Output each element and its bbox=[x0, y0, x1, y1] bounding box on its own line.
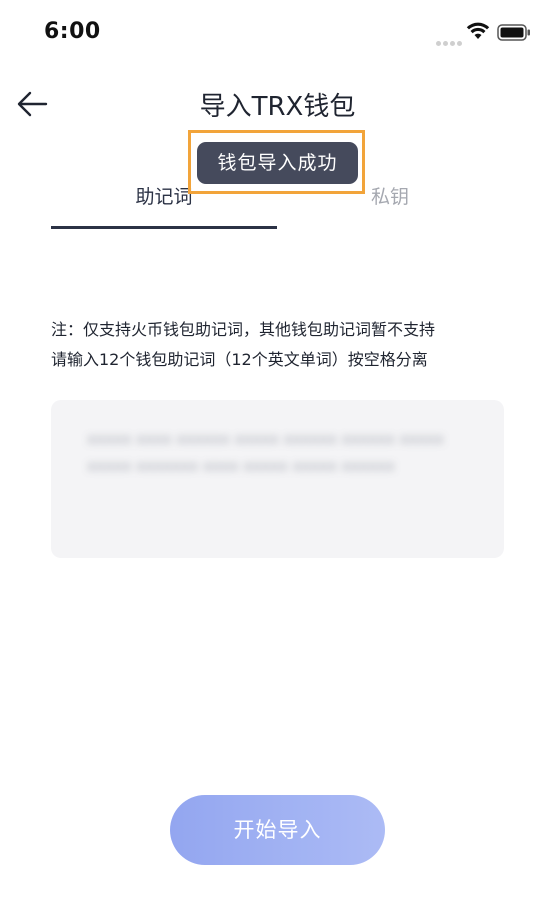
wifi-icon bbox=[466, 22, 490, 44]
status-bar: 6:00 bbox=[0, 0, 555, 66]
mnemonic-textarea[interactable]: xxxxx xxxx xxxxxx xxxxx xxxxxx xxxxxx xx… bbox=[51, 400, 504, 558]
battery-icon bbox=[497, 24, 531, 45]
note-supported-wallets: 注：仅支持火币钱包助记词，其他钱包助记词暂不支持 bbox=[51, 320, 436, 339]
page-title: 导入TRX钱包 bbox=[199, 92, 356, 122]
note-input-instruction: 请输入12个钱包助记词（12个英文单词）按空格分离 bbox=[51, 350, 428, 369]
status-time: 6:00 bbox=[44, 19, 101, 44]
success-toast: 钱包导入成功 bbox=[197, 142, 358, 184]
mnemonic-value-blurred: xxxxx xxxx xxxxxx xxxxx xxxxxx xxxxxx xx… bbox=[87, 430, 445, 475]
active-tab-indicator bbox=[51, 226, 277, 229]
start-import-button[interactable]: 开始导入 bbox=[170, 795, 385, 865]
signal-dots-icon bbox=[436, 31, 464, 46]
